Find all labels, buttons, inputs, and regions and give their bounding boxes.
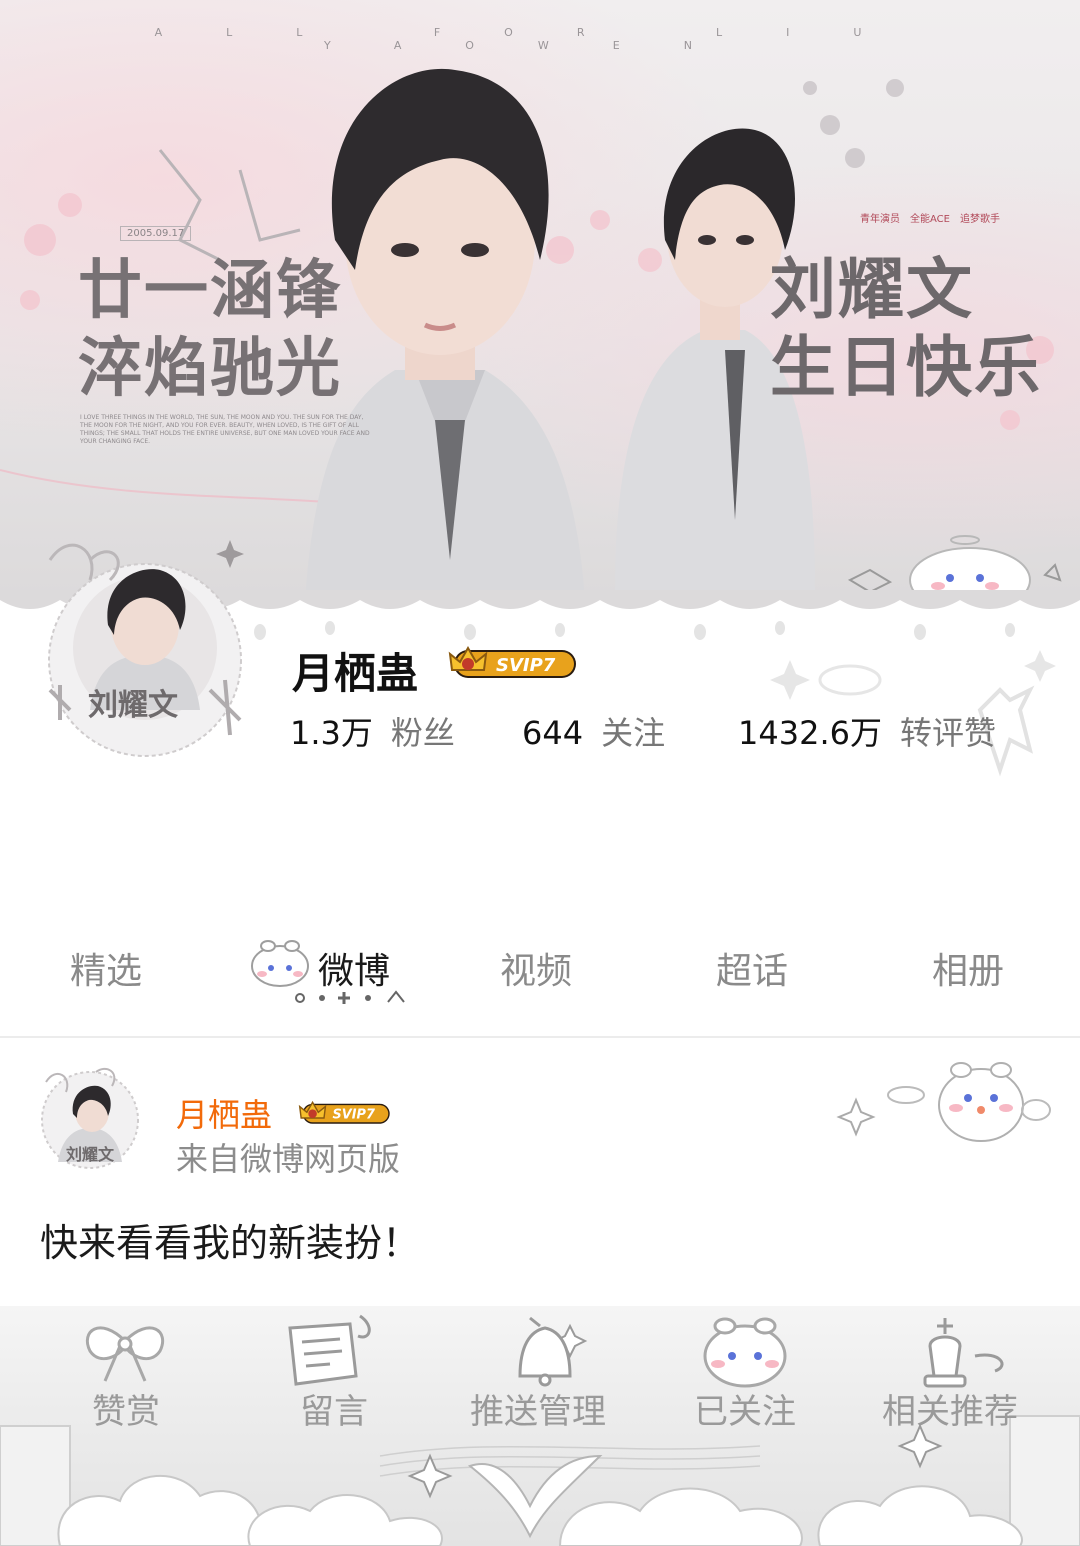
tab-featured[interactable]: 精选 <box>70 942 142 994</box>
profile-banner[interactable]: ALL FOR LIU YAOWEN 2005.09.17 廿一涵锋 淬焰驰光 … <box>0 0 1080 600</box>
tab-video[interactable]: 视频 <box>500 942 572 994</box>
profile-stats: 1.3万 粉丝 644 关注 1432.6万 转评赞 <box>0 708 1080 758</box>
stat-interactions[interactable]: 1432.6万 转评赞 <box>738 708 996 754</box>
bunny-mascot-icon <box>847 535 1062 600</box>
tab-active-indicator <box>295 990 405 1004</box>
tab-weibo[interactable]: 微博 <box>318 942 390 994</box>
post-svip-badge[interactable]: SVIP7 <box>296 1098 392 1128</box>
chess-king-icon <box>923 1318 1004 1388</box>
stat-following[interactable]: 644 关注 <box>522 708 665 754</box>
action-recommendations[interactable]: 相关推荐 <box>882 1384 1018 1433</box>
svip-badge[interactable]: SVIP7 <box>446 642 578 684</box>
post-card-decoration <box>836 1062 1051 1142</box>
ribbon-bow-icon <box>85 1326 165 1382</box>
action-push-settings[interactable]: 推送管理 <box>470 1384 606 1433</box>
post-source: 来自微博网页版 <box>176 1140 401 1178</box>
profile-username[interactable]: 月栖蛊 <box>292 640 418 701</box>
stat-fans[interactable]: 1.3万 粉丝 <box>290 708 455 754</box>
banner-date: 2005.09.17 <box>120 226 192 241</box>
action-message[interactable]: 留言 <box>300 1384 368 1433</box>
tab-album[interactable]: 相册 <box>932 942 1004 994</box>
action-following[interactable]: 已关注 <box>694 1384 796 1433</box>
bunny-mascot-icon <box>251 940 309 987</box>
action-reward[interactable]: 赞赏 <box>92 1384 160 1433</box>
bunny-mascot-icon <box>703 1317 787 1388</box>
banner-slogan-left: 廿一涵锋 淬焰驰光 <box>78 253 342 406</box>
post-author-avatar[interactable]: 刘耀文 <box>36 1062 144 1172</box>
banner-small-text: I love three things in the world, the su… <box>80 414 370 445</box>
banner-tags: 青年演员 全能ACE 追梦歌手 <box>860 214 1000 225</box>
note-paper-icon <box>288 1314 371 1386</box>
post-svip-badge-text: SVIP7 <box>333 1108 375 1123</box>
post-author-name[interactable]: 月栖蛊 <box>176 1090 272 1136</box>
post-text: 快来看看我的新装扮！ <box>40 1221 421 1265</box>
banner-slogan-right: 刘耀文 生日快乐 <box>770 250 1042 406</box>
post-avatar-caption: 刘耀文 <box>66 1145 115 1164</box>
profile-tabs: 精选 微博 视频 超话 相册 <box>0 930 1080 1010</box>
bottom-action-bar: 赞赏 留言 推送管理 已关注 相关推荐 <box>0 1306 1080 1546</box>
svip-badge-text: SVIP7 <box>496 655 556 676</box>
tab-supertopic[interactable]: 超话 <box>716 942 788 994</box>
bell-icon <box>518 1316 572 1387</box>
tabs-divider <box>0 1036 1080 1038</box>
